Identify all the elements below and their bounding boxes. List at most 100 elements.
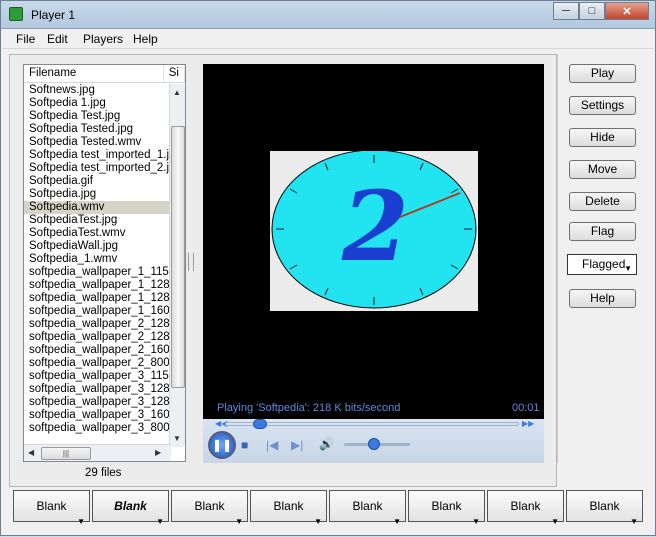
flagged-dropdown[interactable]: Flagged ▼ — [567, 254, 637, 275]
blank-slot-button[interactable]: Blank ▼ — [171, 490, 248, 526]
volume-icon[interactable]: 🔊 — [319, 437, 334, 451]
close-button[interactable]: ✕ — [605, 2, 649, 20]
hide-button[interactable]: Hide — [569, 128, 636, 147]
column-size[interactable]: Si — [164, 65, 185, 82]
move-button[interactable]: Move — [569, 160, 636, 179]
flagged-value: Flagged — [582, 257, 626, 271]
maximize-button[interactable]: □ — [579, 2, 605, 20]
vertical-scrollbar[interactable]: ▲ ▼ — [169, 84, 185, 447]
list-item[interactable]: softpedia_wallpaper_3_800... — [24, 422, 169, 435]
blank-slot-button[interactable]: Blank ▼ — [329, 490, 406, 526]
app-icon — [9, 7, 23, 21]
list-item[interactable]: softpedia_wallpaper_3_160... — [24, 409, 169, 422]
list-item[interactable]: Softpedia test_imported_2.jpg — [24, 162, 169, 175]
status-text: Playing 'Softpedia': 218 K bits/second — [217, 402, 401, 414]
menu-file[interactable]: File — [16, 32, 35, 46]
title-bar: Player 1 ─ □ ✕ — [1, 1, 655, 29]
blank-slot-button[interactable]: Blank ▼ — [13, 490, 90, 526]
list-item[interactable]: SoftpediaWall.jpg — [24, 240, 169, 253]
list-item[interactable]: Softpedia_1.wmv — [24, 253, 169, 266]
list-item[interactable]: softpedia_wallpaper_3_128... — [24, 396, 169, 409]
flag-button[interactable]: Flag — [569, 222, 636, 241]
list-item[interactable]: softpedia_wallpaper_1_160... — [24, 305, 169, 318]
chevron-down-icon: ▼ — [156, 517, 164, 526]
previous-button[interactable]: |◀ — [266, 438, 278, 452]
blank-slot-label: Blank — [431, 499, 462, 513]
chevron-down-icon: ▼ — [624, 264, 632, 273]
menu-players[interactable]: Players — [83, 32, 123, 46]
list-item[interactable]: SoftpediaTest.wmv — [24, 227, 169, 240]
list-item[interactable]: softpedia_wallpaper_3_128... — [24, 383, 169, 396]
stop-button[interactable]: ■ — [241, 438, 248, 452]
list-item[interactable]: Softnews.jpg — [24, 84, 169, 97]
list-item[interactable]: softpedia_wallpaper_1_128... — [24, 292, 169, 305]
blank-slot-button[interactable]: Blank ▼ — [92, 490, 169, 526]
menu-bar: File Edit Players Help — [2, 29, 654, 49]
chevron-down-icon: ▼ — [235, 517, 243, 526]
chevron-down-icon: ▼ — [393, 517, 401, 526]
scroll-down-icon[interactable]: ▼ — [173, 434, 181, 443]
blank-slot-button[interactable]: Blank ▼ — [408, 490, 485, 526]
splitter-handle[interactable] — [188, 253, 194, 271]
list-item[interactable]: SoftpediaTest.jpg — [24, 214, 169, 227]
minimize-button[interactable]: ─ — [553, 2, 579, 20]
column-filename[interactable]: Filename — [24, 65, 164, 82]
list-item[interactable]: softpedia_wallpaper_2_128... — [24, 331, 169, 344]
menu-edit[interactable]: Edit — [47, 32, 68, 46]
chevron-down-icon: ▼ — [472, 517, 480, 526]
blank-slot-button[interactable]: Blank ▼ — [250, 490, 327, 526]
player-window: Player 1 ─ □ ✕ File Edit Players Help Fi… — [0, 0, 656, 536]
scroll-right-icon[interactable]: ▶ — [155, 448, 161, 457]
close-icon: ✕ — [622, 5, 632, 18]
list-item[interactable]: softpedia_wallpaper_2_128... — [24, 318, 169, 331]
play-button[interactable]: Play — [569, 64, 636, 83]
file-count: 29 files — [85, 467, 122, 479]
list-item[interactable]: softpedia_wallpaper_1_115... — [24, 266, 169, 279]
pause-button[interactable]: ❚❚ — [208, 431, 236, 459]
settings-button[interactable]: Settings — [569, 96, 636, 115]
list-item[interactable]: softpedia_wallpaper_2_160... — [24, 344, 169, 357]
list-item[interactable]: Softpedia.gif — [24, 175, 169, 188]
list-item[interactable]: Softpedia Tested.wmv — [24, 136, 169, 149]
blank-slot-button[interactable]: Blank ▼ — [566, 490, 643, 526]
seek-bar[interactable] — [225, 422, 519, 426]
list-item[interactable]: Softpedia.jpg — [24, 188, 169, 201]
blank-slot-label: Blank — [589, 499, 620, 513]
list-item[interactable]: Softpedia.wmv — [24, 201, 169, 214]
blank-slot-button[interactable]: Blank ▼ — [487, 490, 564, 526]
minimize-icon: ─ — [562, 5, 570, 17]
blank-slot-label: Blank — [352, 499, 383, 513]
next-button[interactable]: ▶| — [291, 438, 303, 452]
maximize-icon: □ — [588, 5, 596, 17]
pause-icon: ❚❚ — [211, 438, 233, 452]
help-button[interactable]: Help — [569, 289, 636, 308]
scroll-left-icon[interactable]: ◀ — [28, 448, 34, 457]
fast-forward-icon[interactable]: ▶▶ — [522, 419, 534, 428]
blank-slot-label: Blank — [36, 499, 67, 513]
blank-slot-label: Blank — [194, 499, 225, 513]
divider — [557, 54, 558, 463]
delete-button[interactable]: Delete — [569, 192, 636, 211]
list-item[interactable]: softpedia_wallpaper_2_800... — [24, 357, 169, 370]
chevron-down-icon: ▼ — [551, 517, 559, 526]
preview-image: 2 — [270, 149, 478, 311]
horizontal-scrollbar[interactable]: ◀ ||| ▶ — [24, 444, 171, 461]
scroll-up-icon[interactable]: ▲ — [173, 88, 181, 97]
blank-slot-label: Blank — [114, 499, 147, 513]
chevron-down-icon: ▼ — [77, 517, 85, 526]
window-controls: ─ □ ✕ — [553, 2, 649, 20]
hscroll-thumb[interactable]: ||| — [41, 447, 91, 460]
list-item[interactable]: Softpedia Tested.jpg — [24, 123, 169, 136]
file-list[interactable]: Filename Si Softnews.jpg Softpedia 1.jpg S… — [23, 64, 186, 462]
seek-thumb[interactable] — [253, 419, 268, 429]
volume-thumb[interactable] — [367, 438, 380, 450]
list-item[interactable]: Softpedia test_imported_1.jpg — [24, 149, 169, 162]
menu-help[interactable]: Help — [133, 32, 158, 46]
list-item[interactable]: softpedia_wallpaper_3_115... — [24, 370, 169, 383]
list-item[interactable]: Softpedia Test.jpg — [24, 110, 169, 123]
time-readout: 00:01 — [512, 402, 540, 414]
blank-slot-label: Blank — [273, 499, 304, 513]
list-item[interactable]: Softpedia 1.jpg — [24, 97, 169, 110]
list-item[interactable]: softpedia_wallpaper_1_128... — [24, 279, 169, 292]
scroll-thumb[interactable] — [171, 126, 185, 388]
